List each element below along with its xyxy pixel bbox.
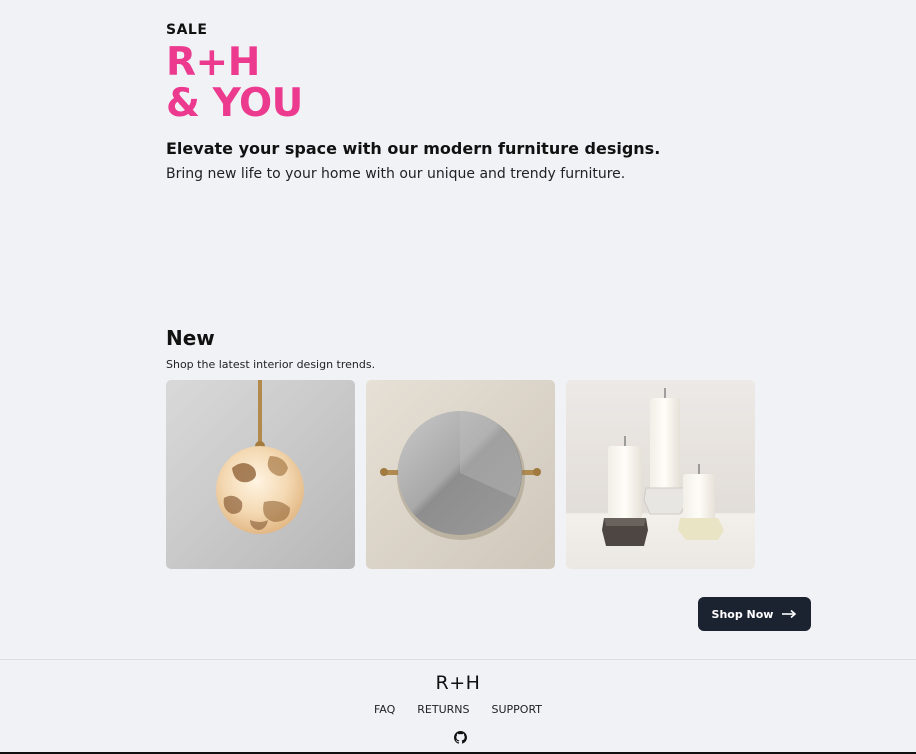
product-card-candles[interactable] xyxy=(566,380,755,569)
product-card-round-mirror[interactable] xyxy=(366,380,555,569)
footer-link-support[interactable]: SUPPORT xyxy=(492,703,543,716)
hero-subline: Bring new life to your home with our uni… xyxy=(166,166,626,182)
footer: R+H FAQ RETURNS SUPPORT xyxy=(0,659,916,754)
footer-link-returns[interactable]: RETURNS xyxy=(417,703,469,716)
github-icon[interactable] xyxy=(454,729,467,744)
shop-now-label: Shop Now xyxy=(711,607,774,621)
hero-headline: Elevate your space with our modern furni… xyxy=(166,139,661,158)
new-section-title: New xyxy=(166,326,215,350)
footer-logo[interactable]: R+H xyxy=(0,672,916,694)
arrow-right-icon xyxy=(781,609,797,619)
new-section-subtitle: Shop the latest interior design trends. xyxy=(166,358,376,371)
candles-image xyxy=(566,380,755,569)
sale-label: SALE xyxy=(166,22,208,38)
round-mirror-image xyxy=(366,380,555,569)
pendant-lamp-image xyxy=(166,380,355,569)
brand-title: R+H & YOU xyxy=(166,42,660,124)
brand-title-line2: & YOU xyxy=(166,81,303,126)
brand-title-line1: R+H xyxy=(166,40,260,85)
footer-link-faq[interactable]: FAQ xyxy=(374,703,395,716)
product-card-pendant-lamp[interactable] xyxy=(166,380,355,569)
hero-section: SALE R+H & YOU Elevate your space with o… xyxy=(166,22,660,182)
product-grid xyxy=(166,380,755,569)
footer-nav: FAQ RETURNS SUPPORT xyxy=(0,703,916,716)
new-section-header: New Shop the latest interior design tren… xyxy=(166,326,375,371)
page: SALE R+H & YOU Elevate your space with o… xyxy=(0,0,916,754)
shop-now-button[interactable]: Shop Now xyxy=(698,597,811,631)
